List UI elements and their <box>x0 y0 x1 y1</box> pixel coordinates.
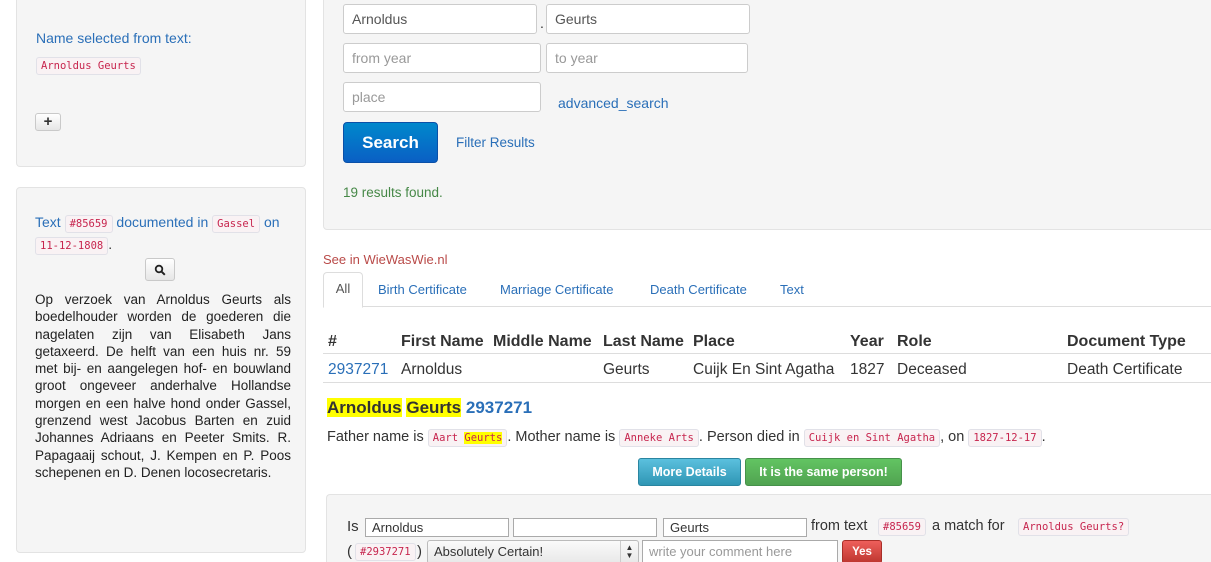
results-table-header: # First Name Middle Name Last Name Place… <box>323 326 1211 354</box>
advanced-search-link[interactable]: advanced_search <box>558 95 669 111</box>
row-role: Deceased <box>897 361 967 378</box>
yes-button[interactable]: Yes <box>842 540 882 562</box>
row-year: 1827 <box>850 361 885 378</box>
tab-death-certificate[interactable]: Death Certificate <box>650 282 747 297</box>
more-details-button[interactable]: More Details <box>638 458 741 486</box>
place-input[interactable]: place <box>343 82 541 112</box>
from-year-input[interactable]: from year <box>343 43 541 73</box>
col-role: Role <box>897 333 932 350</box>
tab-birth-certificate[interactable]: Birth Certificate <box>378 282 467 297</box>
see-in-wiewaswie[interactable]: See in WieWasWie.nl <box>323 252 448 267</box>
tab-marriage-certificate[interactable]: Marriage Certificate <box>500 282 613 297</box>
text-panel: Text #85659 documented in Gassel on 11-1… <box>16 187 306 553</box>
on-label: , on <box>940 429 965 445</box>
father-label: Father name is <box>327 429 424 445</box>
col-middle-name: Middle Name <box>493 333 592 350</box>
col-last-name: Last Name <box>603 333 684 350</box>
tabs-bar: All Birth Certificate Marriage Certifica… <box>323 272 1211 308</box>
search-icon <box>154 264 166 276</box>
match-last-name-input[interactable]: Geurts <box>663 518 807 537</box>
detail-id-link[interactable]: 2937271 <box>466 398 532 417</box>
is-label: Is <box>347 518 359 535</box>
died-date-code: 1827-12-17 <box>968 429 1042 447</box>
text-meta: Text #85659 documented in Gassel on 11-1… <box>35 212 295 256</box>
match-text-id-code: #85659 <box>878 518 926 536</box>
certainty-value: Absolutely Certain! <box>434 544 544 559</box>
row-document-type: Death Certificate <box>1067 361 1183 378</box>
tab-text[interactable]: Text <box>780 282 804 297</box>
record-id-code: #2937271 <box>355 543 416 561</box>
mother-name-code: Anneke Arts <box>619 429 699 447</box>
match-middle-name-input[interactable] <box>513 518 657 537</box>
certainty-select[interactable]: Absolutely Certain! ▲ ▼ <box>427 540 639 562</box>
row-first-name: Arnoldus <box>401 361 463 378</box>
detail-heading: Arnoldus Geurts 2937271 <box>327 398 532 418</box>
documented-in-label: documented in <box>116 214 209 230</box>
match-first-name-input[interactable]: Arnoldus <box>365 518 509 537</box>
selected-name-code: Arnoldus Geurts <box>36 57 141 75</box>
father-first: Aart <box>432 432 459 444</box>
place-code: Gassel <box>212 215 261 233</box>
tab-all[interactable]: All <box>323 272 363 308</box>
open-paren: ( <box>347 543 352 560</box>
filter-results-link[interactable]: Filter Results <box>456 135 535 150</box>
search-text-button[interactable] <box>145 258 175 281</box>
col-number: # <box>328 333 337 350</box>
col-year: Year <box>850 333 884 350</box>
date-code: 11-12-1808 <box>35 237 109 255</box>
text-id-code: #85659 <box>64 215 113 233</box>
on-label: on <box>263 214 280 230</box>
match-for-label: a match for <box>932 518 1005 534</box>
last-name-input[interactable]: Geurts <box>546 4 750 34</box>
died-place-code: Cuijk en Sint Agatha <box>803 429 941 447</box>
select-arrows-icon: ▲ ▼ <box>620 541 638 562</box>
detail-end: . <box>1041 429 1046 445</box>
row-id-link[interactable]: 2937271 <box>328 361 388 379</box>
detail-last-name: Geurts <box>406 398 462 417</box>
plus-icon: + <box>43 113 53 130</box>
close-paren: ) <box>417 543 422 560</box>
to-year-input[interactable]: to year <box>546 43 748 73</box>
detail-first-name: Arnoldus <box>327 398 402 417</box>
match-panel: Is Arnoldus Geurts from text #85659 a ma… <box>326 494 1211 562</box>
col-place: Place <box>693 333 735 350</box>
results-count: 19 results found. <box>343 185 443 200</box>
match-name-code: Arnoldus Geurts? <box>1018 518 1130 536</box>
father-name-code: Aart Geurts <box>427 429 508 447</box>
mother-label: . Mother name is <box>507 429 616 445</box>
text-prefix: Text <box>35 214 61 230</box>
search-button[interactable]: Search <box>343 122 438 163</box>
name-selected-heading: Name selected from text: <box>36 30 192 46</box>
name-selection-panel: Name selected from text: Arnoldus Geurts… <box>16 0 306 167</box>
from-text-label: from text <box>811 518 868 534</box>
add-name-button[interactable]: + <box>35 113 61 131</box>
search-panel: Arnoldus . Geurts from year to year plac… <box>323 0 1211 230</box>
died-label: . Person died in <box>698 429 800 445</box>
row-last-name: Geurts <box>603 361 650 378</box>
name-separator: . <box>540 15 544 31</box>
same-person-button[interactable]: It is the same person! <box>745 458 902 486</box>
father-last: Geurts <box>464 432 503 444</box>
period: . <box>108 236 113 252</box>
col-first-name: First Name <box>401 333 484 350</box>
table-row[interactable]: 2937271 Arnoldus Geurts Cuijk En Sint Ag… <box>323 355 1211 383</box>
row-place: Cuijk En Sint Agatha <box>693 361 835 378</box>
detail-info: Father name is Aart Geurts. Mother name … <box>327 429 1046 447</box>
tab-all-label: All <box>335 281 351 296</box>
comment-input[interactable]: write your comment here <box>642 540 838 562</box>
col-document-type: Document Type <box>1067 333 1186 350</box>
text-body: Op verzoek van Arnoldus Geurts als boede… <box>35 292 291 480</box>
first-name-input[interactable]: Arnoldus <box>343 4 537 34</box>
